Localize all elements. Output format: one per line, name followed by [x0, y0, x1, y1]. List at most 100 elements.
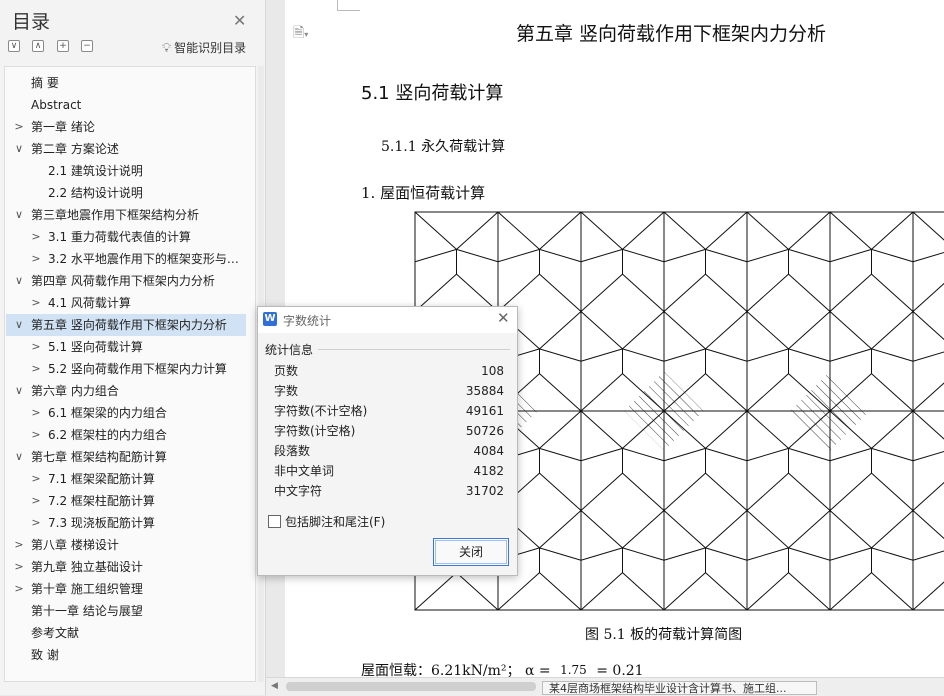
subsection-title: 5.1.1 永久荷载计算 [381, 139, 506, 155]
chevron-down-icon[interactable]: ∨ [13, 446, 25, 468]
chevron-down-icon[interactable]: ∨ [13, 270, 25, 292]
document-tab[interactable]: 某4层商场框架结构毕业设计含计算书、施工组... [542, 681, 817, 695]
diagonal-line [912, 251, 944, 263]
diagonal-line [788, 311, 831, 350]
chevron-right-icon[interactable]: > [30, 248, 42, 270]
diagonal-line [663, 273, 706, 312]
chevron-right-icon[interactable]: > [30, 292, 42, 314]
toc-item[interactable]: 2.1 建筑设计说明 [6, 160, 246, 182]
remove-heading-icon[interactable]: − [81, 40, 93, 52]
diagonal-line [622, 447, 665, 462]
toc-item-label: 第八章 楼梯设计 [31, 538, 119, 552]
toc-item[interactable]: ∨ 第六章 内力组合 [6, 380, 246, 402]
chevron-down-icon[interactable]: ∨ [13, 380, 25, 402]
diagonal-line [663, 472, 706, 511]
include-footnotes-label[interactable]: 包括脚注和尾注(F) [285, 513, 385, 530]
diagonal-line [539, 447, 582, 462]
close-icon[interactable]: ✕ [233, 11, 246, 30]
add-heading-icon[interactable]: + [57, 40, 69, 52]
scroll-thumb[interactable] [286, 682, 536, 691]
chevron-right-icon[interactable]: > [13, 116, 25, 138]
toc-item-label: 第三章地震作用下框架结构分析 [31, 208, 200, 222]
toc-item[interactable]: >5.2 竖向荷载作用下框架内力计算 [6, 358, 246, 380]
chevron-right-icon[interactable]: > [13, 534, 25, 556]
collapse-all-icon[interactable]: ∨ [8, 40, 20, 52]
toc-item[interactable]: >6.2 框架柱的内力组合 [6, 424, 246, 446]
chevron-right-icon[interactable]: > [30, 468, 42, 490]
close-icon[interactable]: ✕ [497, 309, 510, 327]
toc-item-label: 第四章 风荷载作用下框架内力分析 [31, 274, 215, 288]
toc-item[interactable]: ∨ 第四章 风荷载作用下框架内力分析 [6, 270, 246, 292]
chevron-right-icon[interactable]: > [30, 358, 42, 380]
toc-item[interactable]: > 第八章 楼梯设计 [6, 534, 246, 556]
smart-toc-button[interactable]: 💡︎ 智能识别目录 [162, 39, 246, 56]
toc-item[interactable]: >4.1 风荷载计算 [6, 292, 246, 314]
toc-item-label: 第五章 竖向荷载作用下框架内力分析 [31, 318, 227, 332]
toc-item[interactable]: >3.1 重力荷载代表值的计算 [6, 226, 246, 248]
toc-item-label: 第六章 内力组合 [31, 384, 119, 398]
diagonal-line [746, 248, 789, 263]
diagonal-line [788, 547, 831, 561]
stat-label: 字符数(不计空格) [274, 404, 368, 418]
diagonal-line [871, 410, 914, 449]
toc-item[interactable]: > 第九章 独立基础设计 [6, 556, 246, 578]
toc-item[interactable]: >5.1 竖向荷载计算 [6, 336, 246, 358]
toc-item[interactable]: > 第一章 绪论 [6, 116, 246, 138]
toc-item[interactable]: >7.3 现浇板配筋计算 [6, 512, 246, 534]
toc-item-label: 致 谢 [31, 648, 59, 662]
chevron-right-icon[interactable]: > [30, 490, 42, 512]
chevron-right-icon[interactable]: > [13, 556, 25, 578]
diagonal-line [788, 211, 831, 250]
diagonal-line [746, 373, 789, 412]
toc-item[interactable]: ∨ 第五章 竖向荷载作用下框架内力分析 [6, 314, 246, 336]
stat-row: 页数 108 [274, 361, 504, 381]
diagonal-line [829, 547, 872, 561]
diagonal-line [788, 447, 831, 462]
diagonal-line [912, 450, 944, 462]
expand-up-icon[interactable]: ∧ [32, 40, 44, 52]
toc-item[interactable]: ∨ 第二章 方案论述 [6, 138, 246, 160]
diagonal-line [580, 211, 623, 250]
dialog-header[interactable]: W 字数统计 ✕ [258, 307, 517, 333]
chevron-down-icon[interactable]: ∨ [13, 138, 25, 160]
diagonal-line [788, 572, 831, 611]
toc-item[interactable]: >7.1 框架梁配筋计算 [6, 468, 246, 490]
toc-item-label: 6.2 框架柱的内力组合 [48, 428, 167, 442]
toc-item[interactable]: 2.2 结构设计说明 [6, 182, 246, 204]
chevron-right-icon[interactable]: > [30, 402, 42, 424]
toc-item[interactable]: 致 谢 [6, 644, 246, 666]
toc-item[interactable]: ∨ 第七章 框架结构配筋计算 [6, 446, 246, 468]
stat-label: 页数 [274, 364, 299, 378]
chapter-title: 第五章 竖向荷载作用下框架内力分析 [516, 23, 827, 45]
toc-item[interactable]: Abstract [6, 94, 246, 116]
toc-item-label: 7.1 框架梁配筋计算 [48, 472, 155, 486]
diagonal-line [580, 348, 623, 362]
toc-item[interactable]: >3.2 水平地震作用下的框架变形与内力计算 [6, 248, 246, 270]
toc-item[interactable]: 参考文献 [6, 622, 246, 644]
chevron-down-icon[interactable]: ∨ [13, 204, 25, 226]
chevron-right-icon[interactable]: > [30, 512, 42, 534]
chevron-right-icon[interactable]: > [30, 424, 42, 446]
include-footnotes-checkbox[interactable] [268, 515, 281, 528]
toc-item[interactable]: ∨ 第三章地震作用下框架结构分析 [6, 204, 246, 226]
scroll-left-icon[interactable]: ◀ [271, 681, 278, 691]
toc-item[interactable]: 第十一章 结论与展望 [6, 600, 246, 622]
chevron-right-icon[interactable]: > [30, 226, 42, 248]
stat-row: 字符数(不计空格) 49161 [274, 401, 504, 421]
diagonal-line [871, 348, 914, 362]
document-icon[interactable]: 🗎︎▾ [293, 22, 308, 46]
chevron-down-icon[interactable]: ∨ [13, 314, 25, 336]
diagonal-line [663, 447, 706, 462]
diagonal-line [539, 510, 582, 549]
diagonal-line [788, 348, 831, 362]
close-button[interactable]: 关闭 [433, 538, 509, 566]
diagonal-line [622, 547, 665, 561]
chevron-right-icon[interactable]: > [13, 578, 25, 600]
chevron-right-icon[interactable]: > [30, 336, 42, 358]
toc-item[interactable]: >6.1 框架梁的内力组合 [6, 402, 246, 424]
toc-item[interactable]: >7.2 框架柱配筋计算 [6, 490, 246, 512]
toc-item[interactable]: 摘 要 [6, 72, 246, 94]
diagonal-line [829, 273, 872, 312]
toc-item[interactable]: > 第十章 施工组织管理 [6, 578, 246, 600]
diagonal-line [871, 273, 914, 312]
